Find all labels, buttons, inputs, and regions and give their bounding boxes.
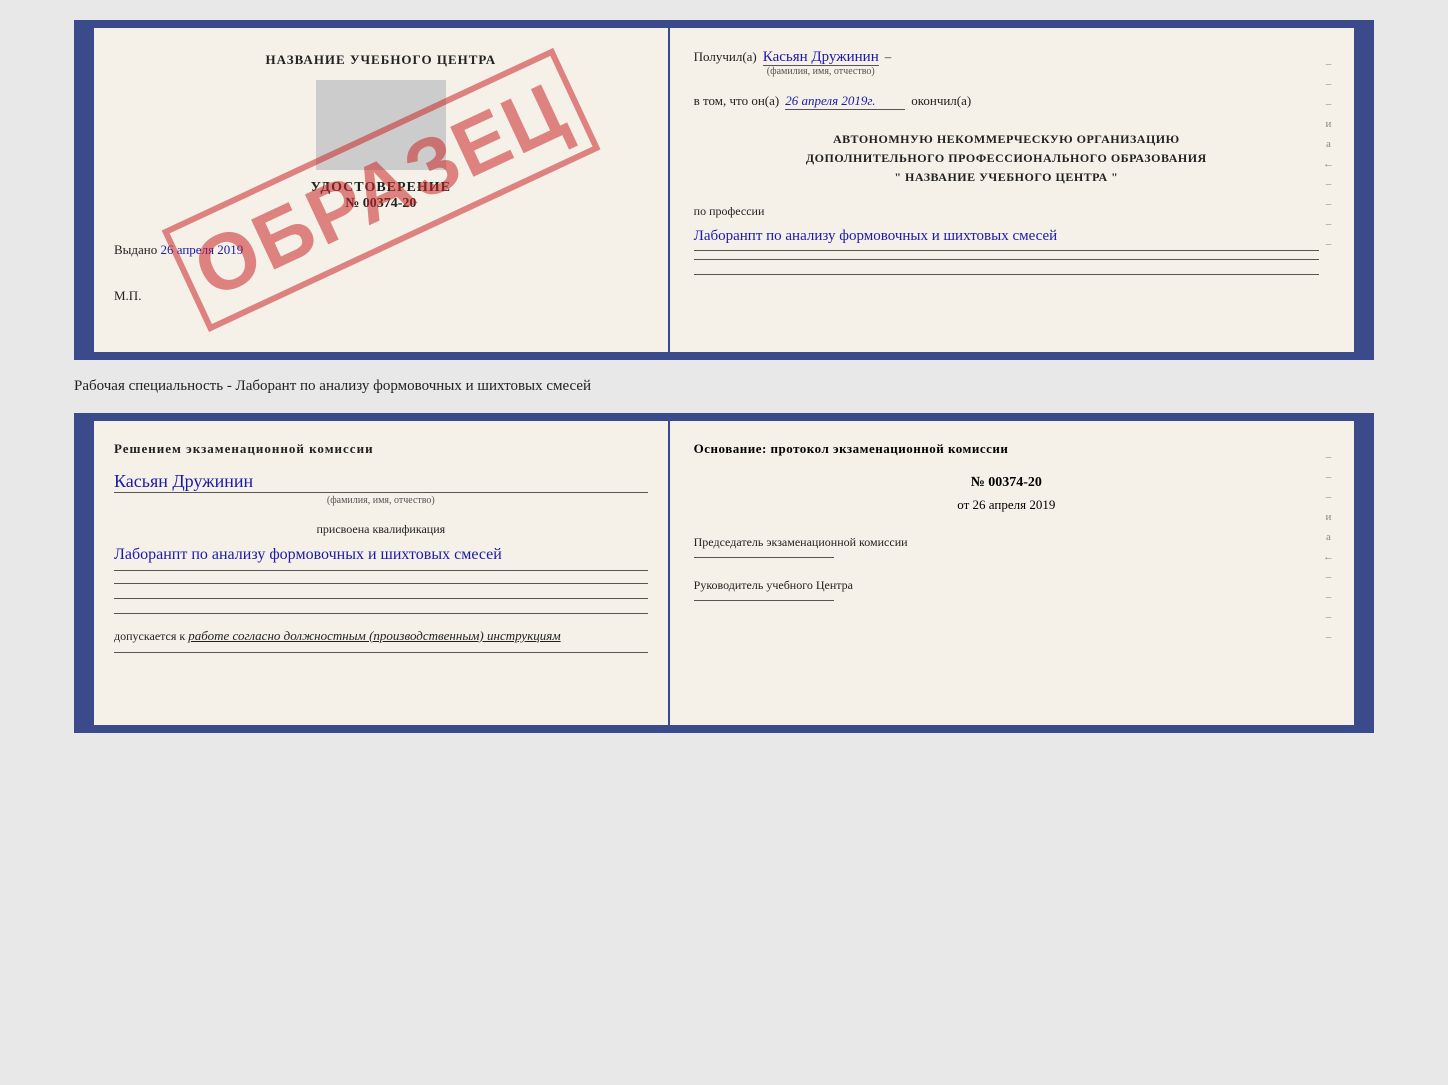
bottom-dopuskaetsya-container: допускается к работе согласно должностны… xyxy=(114,628,648,644)
bottom-protocol-date-value: 26 апреля 2019 xyxy=(973,497,1056,512)
edge-dash2: – xyxy=(1326,78,1332,90)
cert-org-line1: АВТОНОМНУЮ НЕКОММЕРЧЕСКУЮ ОРГАНИЗАЦИЮ xyxy=(694,130,1319,149)
bottom-edge-dash3: – xyxy=(1326,491,1332,503)
bottom-dopuskaetsya-value: работе согласно должностным (производств… xyxy=(188,628,560,643)
edge-dash5: – xyxy=(1326,198,1332,210)
cert-doc-number: № 00374-20 xyxy=(114,196,648,212)
bottom-protocol-date-prefix: от xyxy=(957,497,969,512)
cert-vtom-date: 26 апреля 2019г. xyxy=(785,93,905,110)
cert-gray-placeholder xyxy=(316,80,446,170)
cert-vydano-label: Выдано xyxy=(114,242,157,257)
cert-right-content: Получил(а) Касьян Дружинин (фамилия, имя… xyxy=(694,48,1334,275)
cert-okonchil-label: окончил(а) xyxy=(911,93,971,109)
cert-org-line3: " НАЗВАНИЕ УЧЕБНОГО ЦЕНТРА " xyxy=(694,168,1319,187)
bottom-line-2 xyxy=(114,598,648,599)
cert-vydano: Выдано 26 апреля 2019 xyxy=(114,242,648,258)
bottom-qualification-value: Лаборанпт по анализу формовочных и шихто… xyxy=(114,541,648,571)
bottom-right-panel: Основание: протокол экзаменационной коми… xyxy=(670,421,1354,725)
bottom-dopuskaetsya-label: допускается к xyxy=(114,629,185,643)
bottom-edge-dash6: – xyxy=(1326,611,1332,623)
bottom-right-edge: – – – и а ← – – – – xyxy=(1319,441,1334,653)
edge-letter-i: и xyxy=(1326,118,1332,130)
bottom-left-spine xyxy=(82,421,94,725)
bottom-edge-dash5: – xyxy=(1326,591,1332,603)
edge-dash3: – xyxy=(1326,98,1332,110)
top-certificate: НАЗВАНИЕ УЧЕБНОГО ЦЕНТРА УДОСТОВЕРЕНИЕ №… xyxy=(74,20,1374,360)
bottom-protocol-title: Основание: протокол экзаменационной коми… xyxy=(694,441,1319,457)
cert-right-panel: Получил(а) Касьян Дружинин (фамилия, имя… xyxy=(670,28,1354,352)
bottom-chairman-signature xyxy=(694,557,834,558)
cert-fio-sublabel: (фамилия, имя, отчество) xyxy=(763,66,879,77)
bottom-edge-dash1: – xyxy=(1326,451,1332,463)
cert-right-edge: – – – и а ← – – – – xyxy=(1319,48,1334,275)
cert-org-line2: ДОПОЛНИТЕЛЬНОГО ПРОФЕССИОНАЛЬНОГО ОБРАЗО… xyxy=(694,149,1319,168)
edge-dash1: – xyxy=(1326,58,1332,70)
bottom-left-panel: Решением экзаменационной комиссии Касьян… xyxy=(94,421,670,725)
cert-doc-type: УДОСТОВЕРЕНИЕ xyxy=(114,180,648,196)
cert-poluchil-value: Касьян Дружинин xyxy=(763,49,879,66)
bottom-name-sublabel: (фамилия, имя, отчество) xyxy=(114,495,648,506)
cert-right-main: Получил(а) Касьян Дружинин (фамилия, имя… xyxy=(694,48,1319,275)
cert-profession-label: по профессии xyxy=(694,204,1319,219)
bottom-rukovoditel-label: Руководитель учебного Центра xyxy=(694,576,1319,594)
bottom-edge-dash4: – xyxy=(1326,571,1332,583)
bottom-protocol-date: от 26 апреля 2019 xyxy=(694,497,1319,513)
edge-arrow: ← xyxy=(1323,158,1334,170)
cert-org-block: АВТОНОМНУЮ НЕКОММЕРЧЕСКУЮ ОРГАНИЗАЦИЮ ДО… xyxy=(694,130,1319,188)
bottom-rukovoditel-signature xyxy=(694,600,834,601)
specialty-line: Рабочая специальность - Лаборант по анал… xyxy=(74,374,1374,399)
bottom-edge-letter-a: а xyxy=(1326,531,1331,543)
edge-letter-a: а xyxy=(1326,138,1331,150)
bottom-signature-lines xyxy=(114,583,648,614)
cert-dash-right: – xyxy=(885,49,892,65)
document-container: НАЗВАНИЕ УЧЕБНОГО ЦЕНТРА УДОСТОВЕРЕНИЕ №… xyxy=(74,20,1374,733)
bottom-edge-arrow: ← xyxy=(1323,551,1334,563)
bottom-edge-dash7: – xyxy=(1326,631,1332,643)
cert-profession-value: Лаборанпт по анализу формовочных и шихто… xyxy=(694,223,1319,251)
bottom-edge-letter-i: и xyxy=(1326,511,1332,523)
bottom-qualification-label: присвоена квалификация xyxy=(114,522,648,537)
bottom-right-content: Основание: протокол экзаменационной коми… xyxy=(694,441,1334,653)
cert-mp: М.П. xyxy=(114,288,648,304)
bottom-name-value: Касьян Дружинин xyxy=(114,471,648,493)
cert-poluchil-line: Получил(а) Касьян Дружинин (фамилия, имя… xyxy=(694,48,1319,77)
edge-dash4: – xyxy=(1326,178,1332,190)
bottom-line-3 xyxy=(114,613,648,614)
bottom-chairman-label: Председатель экзаменационной комиссии xyxy=(694,533,1319,551)
cert-left-panel: НАЗВАНИЕ УЧЕБНОГО ЦЕНТРА УДОСТОВЕРЕНИЕ №… xyxy=(94,28,670,352)
bottom-line-4 xyxy=(114,652,648,653)
cert-right-spine xyxy=(1354,28,1366,352)
cert-vtom-line: в том, что он(а) 26 апреля 2019г. окончи… xyxy=(694,93,1319,110)
bottom-edge-dash2: – xyxy=(1326,471,1332,483)
bottom-right-main: Основание: протокол экзаменационной коми… xyxy=(694,441,1319,653)
cert-vtom-label: в том, что он(а) xyxy=(694,93,780,109)
bottom-line-1 xyxy=(114,583,648,584)
bottom-right-spine xyxy=(1354,421,1366,725)
edge-dash6: – xyxy=(1326,218,1332,230)
bottom-section-title: Решением экзаменационной комиссии xyxy=(114,441,648,457)
cert-poluchil-label: Получил(а) xyxy=(694,49,757,65)
cert-left-spine xyxy=(82,28,94,352)
bottom-protocol-number: № 00374-20 xyxy=(694,475,1319,491)
cert-vydano-date: 26 апреля 2019 xyxy=(161,242,244,257)
edge-dash7: – xyxy=(1326,238,1332,250)
cert-school-title: НАЗВАНИЕ УЧЕБНОГО ЦЕНТРА xyxy=(114,52,648,68)
bottom-certificate: Решением экзаменационной комиссии Касьян… xyxy=(74,413,1374,733)
